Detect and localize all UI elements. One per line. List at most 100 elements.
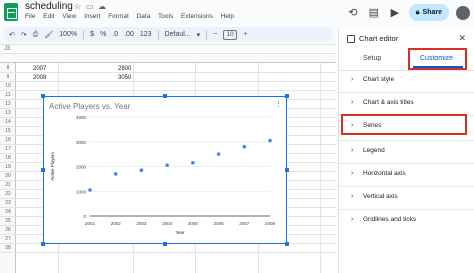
resize-handle[interactable] bbox=[41, 94, 45, 98]
row-number[interactable]: 18 bbox=[0, 155, 16, 161]
resize-handle[interactable] bbox=[285, 168, 289, 172]
menu-help[interactable]: Help bbox=[221, 13, 234, 20]
row-number[interactable]: 20 bbox=[0, 173, 16, 179]
row-number[interactable]: 8 bbox=[0, 65, 16, 71]
print-icon[interactable]: ⎙ bbox=[33, 31, 39, 39]
share-label: Share bbox=[422, 9, 442, 16]
resize-handle[interactable] bbox=[163, 94, 167, 98]
row-number[interactable]: 24 bbox=[0, 209, 16, 215]
column-header-row bbox=[0, 55, 336, 63]
increase-decimal-button[interactable]: .00 bbox=[124, 31, 134, 38]
zoom-select[interactable]: 100% bbox=[59, 31, 77, 38]
resize-handle[interactable] bbox=[41, 168, 45, 172]
percent-button[interactable]: % bbox=[100, 31, 106, 38]
row-number[interactable]: 9 bbox=[0, 74, 16, 80]
avatar[interactable] bbox=[456, 5, 470, 20]
x-axis-title: Year bbox=[175, 230, 185, 235]
x-tick-label: 2005 bbox=[188, 221, 199, 226]
resize-handle[interactable] bbox=[285, 242, 289, 246]
menu-format[interactable]: Format bbox=[108, 13, 129, 20]
section-legend[interactable]: › Legend bbox=[351, 147, 385, 154]
comment-icon[interactable]: ▤ bbox=[367, 6, 381, 20]
row-number[interactable]: 23 bbox=[0, 200, 16, 206]
y-tick-label: 3000 bbox=[76, 140, 87, 145]
section-chart-axis-titles[interactable]: › Chart & axis titles bbox=[351, 99, 414, 106]
chart-editor-panel: Chart editor ✕ Setup Customize › Chart s… bbox=[338, 28, 474, 273]
menu-extensions[interactable]: Extensions bbox=[181, 13, 213, 20]
row-divider bbox=[0, 90, 336, 91]
row-number[interactable]: 10 bbox=[0, 83, 16, 89]
row-number[interactable]: 28 bbox=[0, 245, 16, 251]
paint-format-icon[interactable]: 🖌︎ bbox=[44, 31, 53, 39]
close-icon[interactable]: ✕ bbox=[458, 33, 466, 44]
row-number[interactable]: 26 bbox=[0, 227, 16, 233]
document-title[interactable]: scheduling bbox=[25, 1, 73, 12]
decrease-decimal-button[interactable]: .0 bbox=[112, 31, 118, 38]
row-number[interactable]: 22 bbox=[0, 191, 16, 197]
chart-editor-icon bbox=[347, 34, 355, 43]
chevron-right-icon: › bbox=[351, 147, 354, 154]
cell-b9[interactable]: 3050 bbox=[118, 75, 131, 81]
star-icon[interactable]: ☆ bbox=[74, 2, 81, 11]
number-format-button[interactable]: 123 bbox=[140, 31, 152, 38]
cell-a9[interactable]: 2008 bbox=[33, 75, 46, 81]
y-tick-label: 4000 bbox=[76, 115, 87, 120]
redo-icon[interactable]: ↷ bbox=[21, 31, 27, 39]
row-number[interactable]: 15 bbox=[0, 128, 16, 134]
chevron-right-icon: › bbox=[351, 76, 354, 83]
font-size-input[interactable]: 10 bbox=[223, 29, 238, 40]
row-number[interactable]: 14 bbox=[0, 119, 16, 125]
row-divider bbox=[0, 72, 336, 73]
menu-edit[interactable]: Edit bbox=[43, 13, 54, 20]
chevron-down-icon[interactable]: ▾ bbox=[197, 31, 201, 39]
font-size-decrease-icon[interactable]: − bbox=[213, 31, 217, 38]
row-number[interactable]: 11 bbox=[0, 92, 16, 98]
cell-a8[interactable]: 2007 bbox=[33, 66, 46, 72]
sheets-logo-icon[interactable] bbox=[4, 3, 18, 21]
history-icon[interactable]: ⟲ bbox=[346, 6, 360, 20]
row-number[interactable]: 13 bbox=[0, 110, 16, 116]
section-label: Vertical axis bbox=[363, 193, 398, 200]
row-number[interactable]: 21 bbox=[0, 182, 16, 188]
section-gridlines-ticks[interactable]: › Gridlines and ticks bbox=[351, 216, 416, 223]
embedded-chart[interactable]: Active Players vs. Year ⋮ 0 1000 2000 3000 4… bbox=[41, 94, 289, 246]
menu-data[interactable]: Data bbox=[137, 13, 151, 20]
resize-handle[interactable] bbox=[41, 242, 45, 246]
row-number[interactable]: 19 bbox=[0, 164, 16, 170]
x-tick-label: 2002 bbox=[111, 221, 122, 226]
cell-b8[interactable]: 2800 bbox=[118, 66, 131, 72]
share-button[interactable]: 🔒︎ Share bbox=[408, 4, 449, 21]
row-number[interactable]: 25 bbox=[0, 218, 16, 224]
name-box[interactable]: J3 bbox=[4, 46, 10, 52]
cloud-status-icon[interactable]: ☁ bbox=[98, 2, 106, 11]
row-number[interactable]: 16 bbox=[0, 137, 16, 143]
row-number[interactable]: 27 bbox=[0, 236, 16, 242]
move-folder-icon[interactable]: ▭ bbox=[86, 2, 94, 11]
menu-insert[interactable]: Insert bbox=[84, 13, 100, 20]
font-select[interactable]: Defaul... bbox=[165, 31, 191, 38]
tab-setup[interactable]: Setup bbox=[363, 55, 381, 62]
x-tick-label: 2004 bbox=[162, 221, 173, 226]
section-divider bbox=[339, 92, 474, 93]
toolbar-divider bbox=[206, 29, 208, 40]
data-point bbox=[268, 138, 272, 143]
row-number[interactable]: 17 bbox=[0, 146, 16, 152]
resize-handle[interactable] bbox=[285, 94, 289, 98]
currency-button[interactable]: $ bbox=[90, 31, 94, 38]
undo-icon[interactable]: ↶ bbox=[9, 31, 15, 39]
video-call-icon[interactable]: ▶ bbox=[388, 6, 402, 20]
font-size-increase-icon[interactable]: + bbox=[243, 31, 247, 38]
section-horizontal-axis[interactable]: › Horizontal axis bbox=[351, 170, 406, 177]
menu-view[interactable]: View bbox=[62, 13, 76, 20]
menu-bar: File Edit View Insert Format Data Tools … bbox=[25, 13, 240, 20]
row-number[interactable]: 12 bbox=[0, 101, 16, 107]
x-tick-label: 2008 bbox=[265, 221, 276, 226]
resize-handle[interactable] bbox=[163, 242, 167, 246]
section-chart-style[interactable]: › Chart style bbox=[351, 76, 394, 83]
section-vertical-axis[interactable]: › Vertical axis bbox=[351, 193, 398, 200]
row-divider bbox=[0, 252, 336, 253]
toolbar-divider bbox=[157, 29, 159, 40]
menu-tools[interactable]: Tools bbox=[158, 13, 173, 20]
data-point bbox=[191, 160, 195, 165]
menu-file[interactable]: File bbox=[25, 13, 35, 20]
